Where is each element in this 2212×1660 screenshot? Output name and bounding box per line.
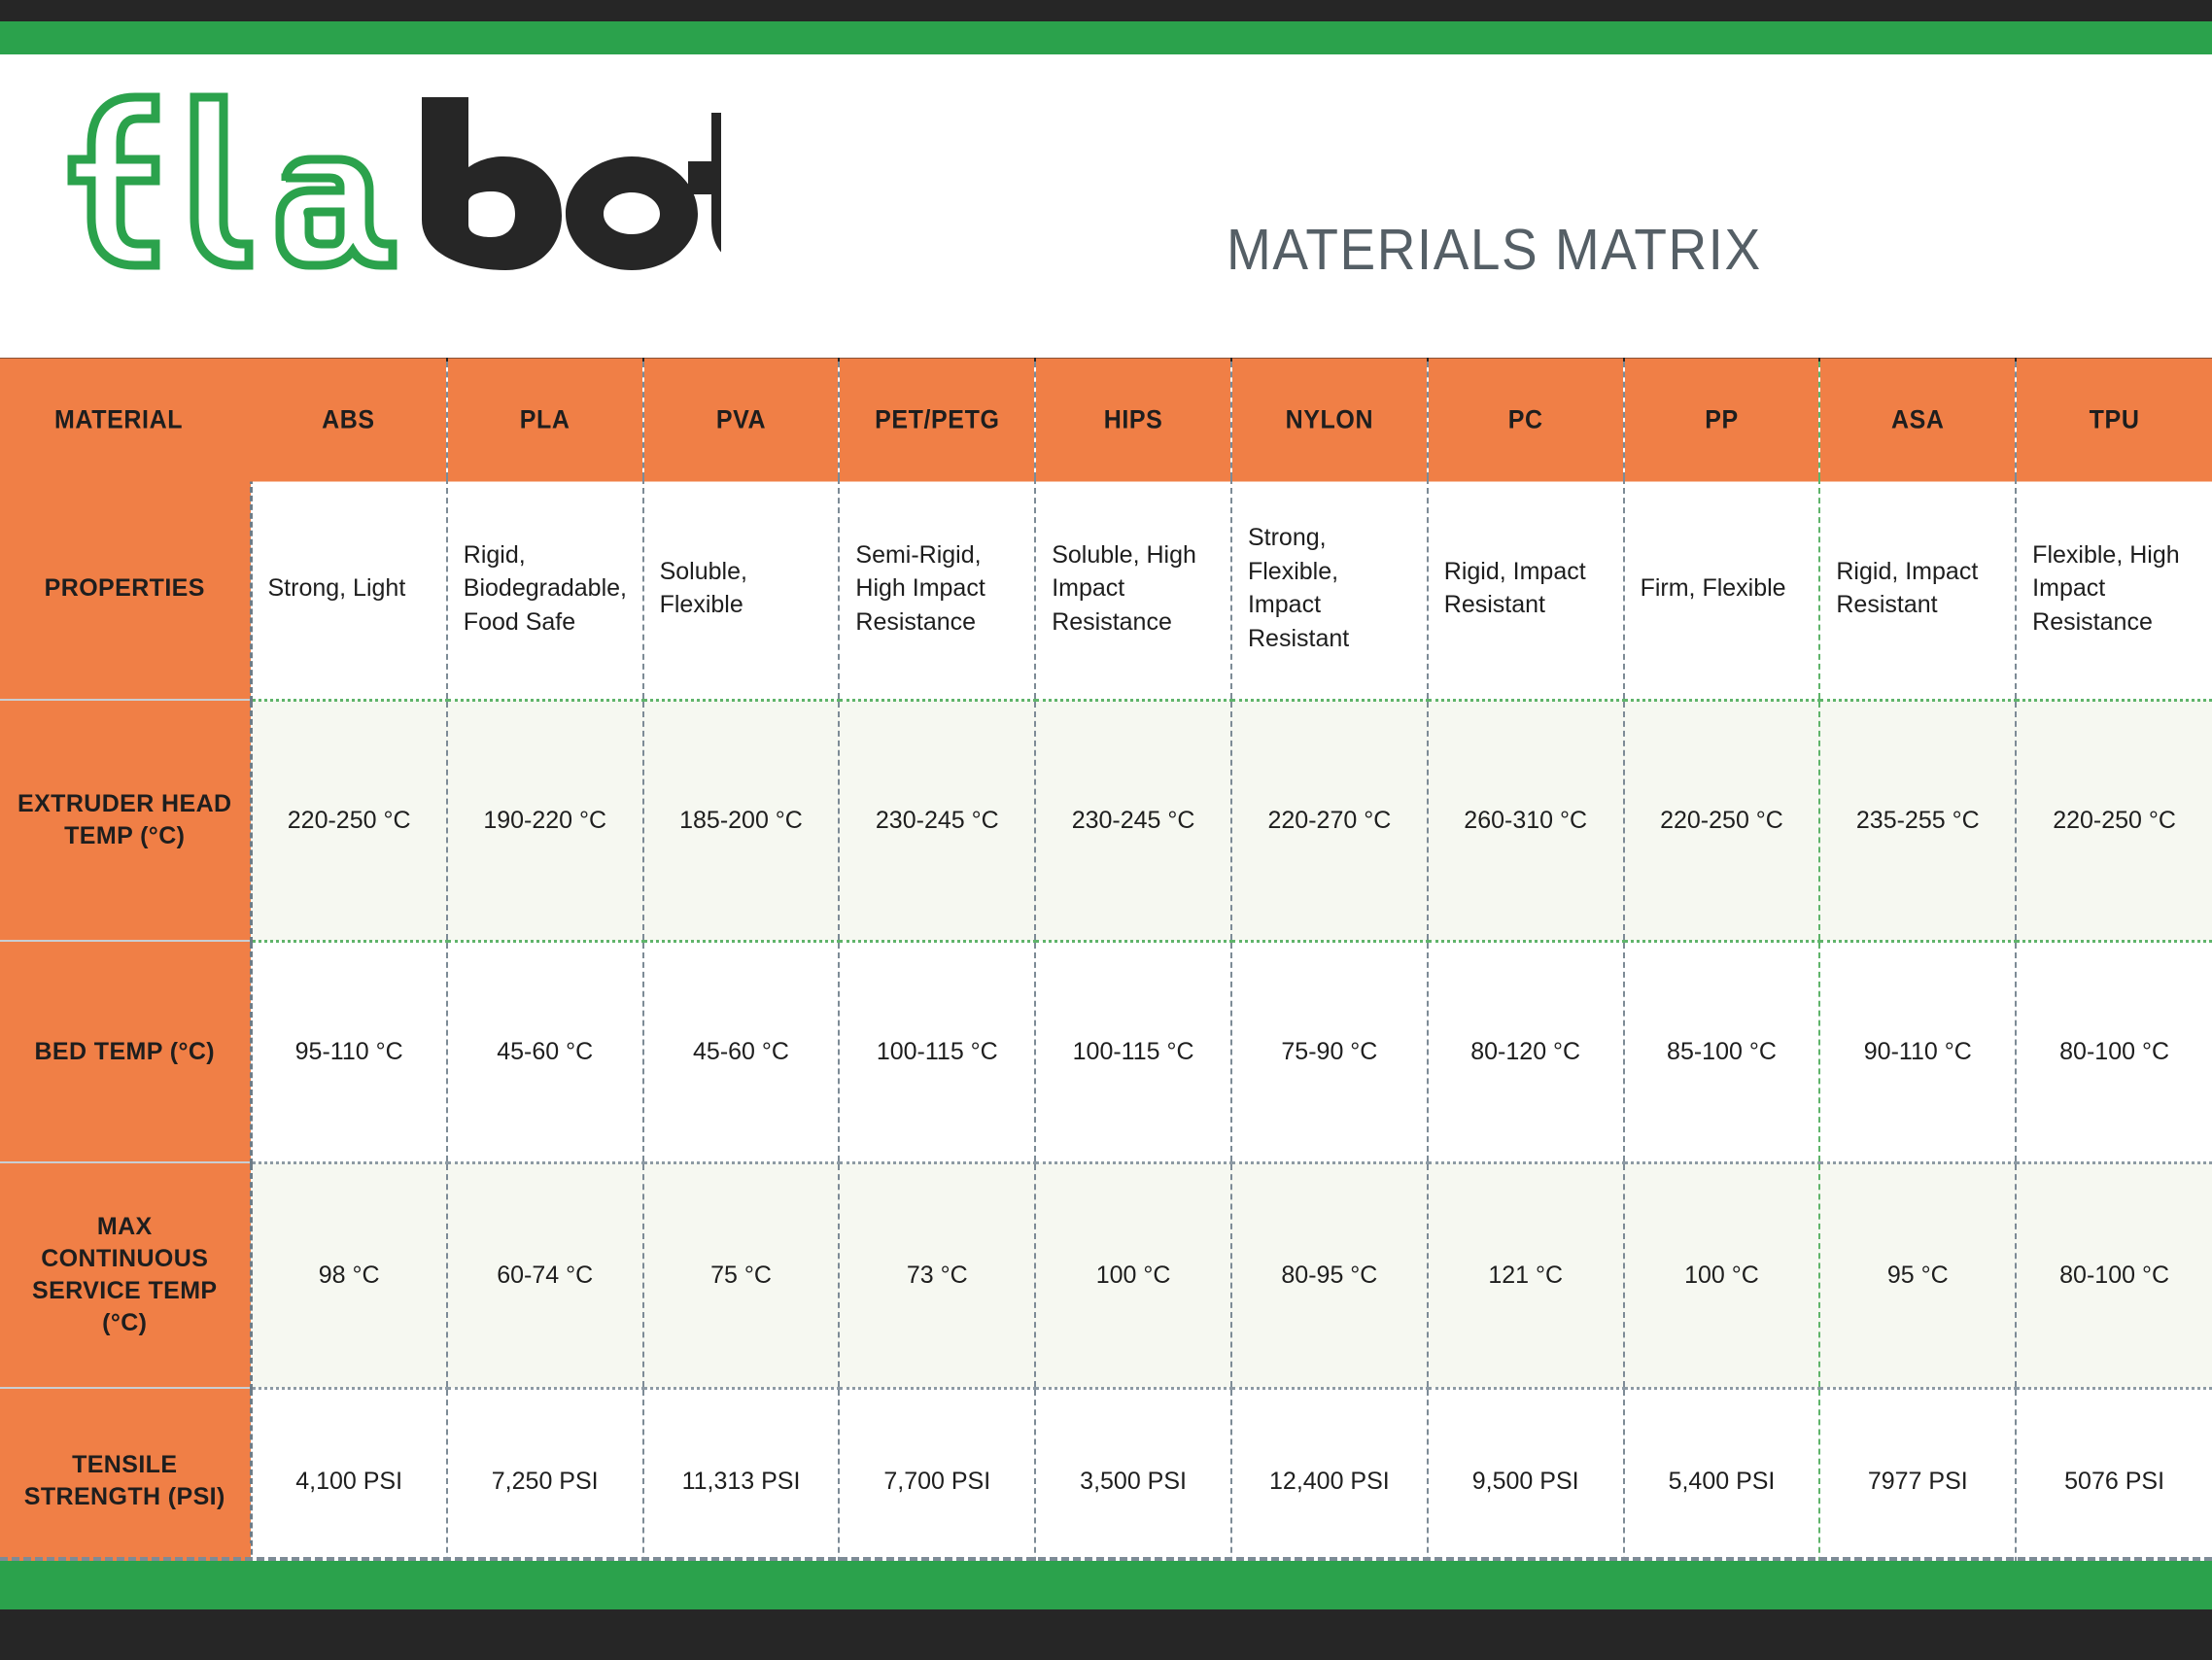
cell-maxtemp-tpu: 80-100 °C [2016,1160,2212,1388]
column-header-pp: PP [1623,354,1821,482]
cell-properties-pp: Firm, Flexible [1623,478,1821,700]
cell-bed-hips: 100-115 °C [1035,939,1232,1162]
header-row: MATERIAL ABS PLA PVA PET/PETG HIPS NYLON… [0,354,2212,482]
cell-bed-nylon: 75-90 °C [1230,939,1429,1162]
bottom-green-bar [0,1561,2212,1609]
cell-tensile-pp: 5,400 PSI [1623,1386,1821,1573]
cell-properties-petpetg: Semi-Rigid, High Impact Resistance [839,478,1037,700]
cell-properties-pva: Soluble, Flexible [642,478,841,700]
cell-extruder-pc: 260-310 °C [1427,698,1625,941]
cell-bed-petpetg: 100-115 °C [839,939,1037,1162]
cell-properties-abs: Strong, Light [251,478,448,700]
cell-properties-asa: Rigid, Impact Resistant [1819,478,2018,700]
cell-properties-nylon: Strong, Flexible, Impact Resistant [1230,478,1429,700]
table-row: MAX CONTINUOUS SERVICE TEMP (°C) 98 °C 6… [0,1160,2212,1388]
cell-maxtemp-petpetg: 73 °C [839,1160,1037,1388]
cell-extruder-tpu: 220-250 °C [2016,698,2212,941]
cell-extruder-pla: 190-220 °C [446,698,644,941]
column-header-hips: HIPS [1035,354,1232,482]
cell-maxtemp-pla: 60-74 °C [446,1160,644,1388]
column-header-material: MATERIAL [0,354,251,482]
cell-tensile-hips: 3,500 PSI [1035,1386,1232,1573]
cell-tensile-asa: 7977 PSI [1819,1386,2018,1573]
column-header-pva: PVA [642,354,841,482]
table-body: PROPERTIES Strong, Light Rigid, Biodegra… [0,478,2212,1573]
row-label-max-continuous-service-temp: MAX CONTINUOUS SERVICE TEMP (°C) [0,1161,253,1388]
materials-matrix-page: MATERIALS MATRIX MATERIAL ABS PLA PVA PE… [0,0,2212,1660]
cell-extruder-abs: 220-250 °C [251,698,448,941]
cell-extruder-hips: 230-245 °C [1035,698,1232,941]
cell-maxtemp-asa: 95 °C [1819,1160,2018,1388]
cell-bed-pp: 85-100 °C [1623,939,1821,1162]
bottom-dark-bar [0,1609,2212,1660]
cell-extruder-asa: 235-255 °C [1819,698,2018,941]
column-header-pc: PC [1427,354,1625,482]
top-dark-bar [0,0,2212,21]
cell-maxtemp-pc: 121 °C [1427,1160,1625,1388]
cell-properties-pc: Rigid, Impact Resistant [1427,478,1625,700]
cell-tensile-nylon: 12,400 PSI [1230,1386,1429,1573]
row-label-properties: PROPERTIES [0,478,253,700]
column-header-asa: ASA [1819,354,2018,482]
cell-tensile-petpetg: 7,700 PSI [839,1386,1037,1573]
cell-maxtemp-pp: 100 °C [1623,1160,1821,1388]
table-row: PROPERTIES Strong, Light Rigid, Biodegra… [0,478,2212,700]
cell-bed-pla: 45-60 °C [446,939,644,1162]
table-row: EXTRUDER HEAD TEMP (°C) 220-250 °C 190-2… [0,698,2212,941]
row-label-extruder-head-temp: EXTRUDER HEAD TEMP (°C) [0,699,253,941]
column-header-pla: PLA [446,354,644,482]
cell-properties-pla: Rigid, Biodegradable, Food Safe [446,478,644,700]
materials-table-wrapper: MATERIAL ABS PLA PVA PET/PETG HIPS NYLON… [0,354,2212,1573]
cell-extruder-petpetg: 230-245 °C [839,698,1037,941]
cell-bed-pc: 80-120 °C [1427,939,1625,1162]
cell-maxtemp-hips: 100 °C [1035,1160,1232,1388]
table-row: TENSILE STRENGTH (PSI) 4,100 PSI 7,250 P… [0,1386,2212,1573]
cell-maxtemp-nylon: 80-95 °C [1230,1160,1429,1388]
cell-maxtemp-abs: 98 °C [251,1160,448,1388]
page-title: MATERIALS MATRIX [1227,217,1762,283]
cell-extruder-pp: 220-250 °C [1623,698,1821,941]
table-row: BED TEMP (°C) 95-110 °C 45-60 °C 45-60 °… [0,939,2212,1162]
cell-tensile-pva: 11,313 PSI [642,1386,841,1573]
column-header-tpu: TPU [2016,354,2212,482]
cell-maxtemp-pva: 75 °C [642,1160,841,1388]
cell-tensile-pc: 9,500 PSI [1427,1386,1625,1573]
cell-properties-hips: Soluble, High Impact Resistance [1035,478,1232,700]
materials-matrix-table: MATERIAL ABS PLA PVA PET/PETG HIPS NYLON… [0,354,2212,1573]
row-label-bed-temp: BED TEMP (°C) [0,940,253,1162]
cell-bed-abs: 95-110 °C [251,939,448,1162]
cell-tensile-tpu: 5076 PSI [2016,1386,2212,1573]
cell-tensile-abs: 4,100 PSI [251,1386,448,1573]
cell-extruder-nylon: 220-270 °C [1230,698,1429,941]
table-header: MATERIAL ABS PLA PVA PET/PETG HIPS NYLON… [0,354,2212,482]
cell-tensile-pla: 7,250 PSI [446,1386,644,1573]
top-green-bar [0,21,2212,54]
cell-bed-asa: 90-110 °C [1819,939,2018,1162]
column-header-nylon: NYLON [1230,354,1429,482]
page-header: MATERIALS MATRIX [0,54,2212,358]
column-header-petpetg: PET/PETG [839,354,1037,482]
cell-extruder-pva: 185-200 °C [642,698,841,941]
filabot-logo [41,84,741,288]
column-header-abs: ABS [251,354,448,482]
cell-bed-tpu: 80-100 °C [2016,939,2212,1162]
cell-properties-tpu: Flexible, High Impact Resistance [2032,540,2180,636]
cell-bed-pva: 45-60 °C [642,939,841,1162]
